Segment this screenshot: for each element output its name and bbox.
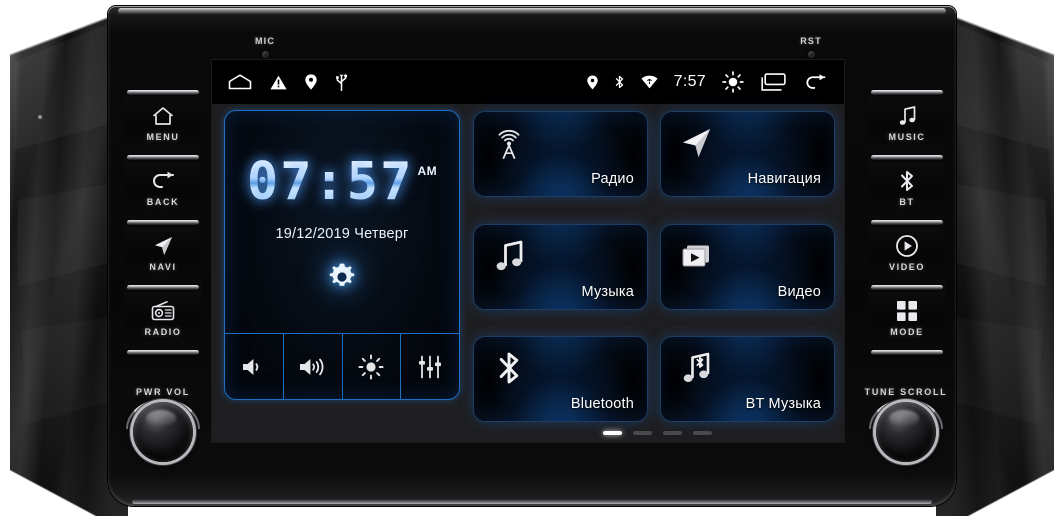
hard-button-music-label: MUSIC [888,132,926,142]
hard-button-bt-label: BT [899,197,915,207]
grid-squares-icon [894,298,920,324]
hard-button-mode-label: MODE [890,327,924,337]
app-tile-music-label: Музыка [581,283,634,300]
tune-scroll-knob-label: TUNE SCROLL [864,387,948,397]
usb-icon [335,73,348,91]
hard-button-radio-label: RADIO [144,327,182,337]
app-tile-navigation-label: Навигация [747,171,821,187]
warning-triangle-icon [270,75,287,90]
hard-button-back-label: BACK [146,197,180,207]
app-tile-radio[interactable]: Радио [474,112,647,196]
volume-down-icon[interactable] [225,334,284,399]
page-dot-3[interactable] [662,431,682,435]
home-screen-desktop: 07:57 AM 19/12/2019 Четверг Радио Навига… [212,104,844,442]
hard-button-video-label: VIDEO [888,262,925,272]
recent-apps-icon[interactable] [760,73,786,91]
music-note-icon [894,103,920,129]
right-button-column: MUSIC BT VIDEO MODE [869,90,945,357]
music-note-icon [488,235,530,277]
hard-button-menu-label: MENU [146,132,180,142]
bluetooth-icon [614,74,625,90]
hard-button-video[interactable]: VIDEO [869,220,945,285]
mic-label-group: MIC [230,36,300,58]
left-button-column: MENU BACK NAVI RADIO [125,90,201,357]
app-tile-video[interactable]: Видео [661,224,834,309]
home-icon[interactable] [228,74,252,90]
head-unit-body: MIC RST MENU BACK NAVI RADIO MUSIC BT VI… [108,6,956,506]
clock-widget[interactable]: 07:57 AM 19/12/2019 Четверг [224,110,460,400]
app-tile-video-label: Видео [777,283,821,300]
head-unit-screenshot: MIC RST MENU BACK NAVI RADIO MUSIC BT VI… [0,0,1064,526]
hard-button-music[interactable]: MUSIC [869,90,945,155]
app-tile-bt-music-label: BT Музыка [745,396,821,413]
tune-scroll-knob-group: TUNE SCROLL [860,387,952,462]
back-arrow-icon [150,168,176,194]
hard-button-back[interactable]: BACK [125,155,201,220]
touchscreen-display[interactable]: 7:57 07:57 AM 19/12/2019 Четверг Радио Н… [212,60,844,442]
clock-widget-main: 07:57 AM 19/12/2019 Четверг [225,111,459,333]
clock-widget-controls [225,333,459,399]
play-circle-icon [894,233,920,259]
app-tile-navigation[interactable]: Навигация [661,112,834,196]
status-bar-left-group [228,73,348,91]
radio-icon [150,298,176,324]
location-pin-icon [586,75,598,90]
wifi-icon [641,75,658,89]
location-pin-icon [305,74,317,90]
app-tile-music[interactable]: Музыка [474,224,647,309]
bluetooth-icon [894,168,920,194]
tune-scroll-knob[interactable] [876,402,936,462]
reset-label: RST [800,36,822,46]
power-volume-knob-label: PWR VOL [136,387,190,397]
page-dot-4[interactable] [692,431,712,435]
hard-button-mode[interactable]: MODE [869,285,945,350]
hard-button-navi-label: NAVI [149,262,177,272]
left-column-end-separator [125,350,201,357]
volume-up-icon[interactable] [284,334,343,399]
app-tile-radio-label: Радио [591,171,634,187]
bluetooth-music-icon [675,347,717,389]
status-bar-clock: 7:57 [673,73,706,90]
reset-hole[interactable] [807,51,815,58]
equalizer-icon[interactable] [401,334,459,399]
clock-meridiem: AM [417,164,438,178]
bluetooth-icon [488,347,530,389]
status-bar-right-group: 7:57 [586,71,828,93]
mic-label: MIC [254,36,276,46]
hard-button-radio[interactable]: RADIO [125,285,201,350]
navigation-arrow-icon [150,233,176,259]
page-dot-2[interactable] [632,431,652,435]
app-tile-bluetooth[interactable]: Bluetooth [474,337,647,422]
page-indicator [470,431,844,435]
power-volume-knob-group: PWR VOL [117,387,209,462]
clock-time: 07:57 [246,152,414,212]
brightness-icon[interactable] [343,334,402,399]
power-volume-knob[interactable] [133,402,193,462]
app-tile-bt-music[interactable]: BT Музыка [661,337,834,422]
page-dot-1[interactable] [602,431,622,435]
hard-button-bt[interactable]: BT [869,155,945,220]
clock-date: 19/12/2019 Четверг [275,226,409,242]
gear-icon[interactable] [325,260,359,294]
hard-button-navi[interactable]: NAVI [125,220,201,285]
radio-tower-icon [488,122,530,164]
hard-button-menu[interactable]: MENU [125,90,201,155]
reset-label-group: RST [776,36,846,58]
back-arrow-icon[interactable] [802,73,828,92]
app-tile-grid: Радио Навигация Музыка Видео Bluetooth B… [474,110,834,442]
video-play-icon [675,235,717,277]
app-tile-bluetooth-label: Bluetooth [570,396,634,413]
mic-hole [261,51,269,58]
clock-time-row: 07:57 AM [247,156,437,208]
navigation-arrow-icon [675,122,717,164]
android-status-bar: 7:57 [212,60,844,104]
right-column-end-separator [869,350,945,357]
home-icon [150,103,176,129]
brightness-icon[interactable] [722,71,744,93]
